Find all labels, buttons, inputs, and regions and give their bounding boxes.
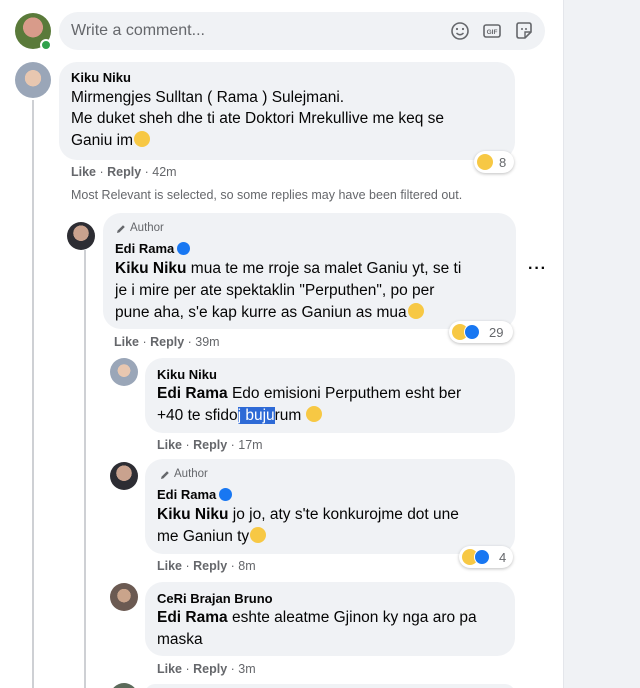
- comment-input-placeholder[interactable]: Write a comment...: [71, 22, 205, 40]
- haha-emoji-icon: [250, 527, 267, 543]
- thread-line: [84, 250, 86, 688]
- reply-text-line: je i mire per ate spektaklin "Perputhen"…: [115, 282, 435, 299]
- haha-emoji-icon: [407, 303, 424, 319]
- reply-author[interactable]: Edi Rama: [115, 241, 191, 256]
- svg-text:GIF: GIF: [487, 29, 498, 36]
- mention-link[interactable]: Edi Rama: [157, 385, 228, 402]
- reaction-count[interactable]: 8: [474, 151, 514, 173]
- verified-badge-icon: [219, 488, 233, 501]
- smiley-icon[interactable]: [449, 20, 471, 42]
- reply-author[interactable]: Edi Rama: [157, 487, 233, 502]
- reply-text-line: Kiku Niku mua te me rroje sa malet Ganiu…: [115, 260, 462, 277]
- author-badge: Author: [174, 468, 208, 480]
- text-selection: j buju: [237, 407, 275, 424]
- reply-time[interactable]: 17m: [238, 438, 262, 452]
- like-link[interactable]: Like: [157, 438, 182, 452]
- haha-emoji-icon: [305, 406, 322, 422]
- reply-text-line: Kiku Niku jo jo, aty s'te konkurojme dot…: [157, 506, 459, 523]
- reply-time[interactable]: 8m: [238, 559, 255, 573]
- reply-link[interactable]: Reply: [150, 335, 184, 349]
- sticker-icon[interactable]: [513, 20, 535, 42]
- gif-icon[interactable]: GIF: [481, 20, 503, 42]
- pencil-icon: [161, 471, 169, 479]
- reply-link[interactable]: Reply: [193, 438, 227, 452]
- next-reply-avatar[interactable]: [110, 683, 138, 688]
- reply-actions: Like · Reply · 3m: [157, 662, 256, 676]
- ceri-brajan-bruno-avatar[interactable]: [110, 583, 138, 611]
- reply-link[interactable]: Reply: [193, 662, 227, 676]
- reply-text-line: maska: [157, 631, 203, 648]
- reply-text-line: +40 te sfidoj bujurum: [157, 405, 322, 427]
- online-status-dot: [40, 39, 52, 51]
- like-reaction-icon: [464, 324, 480, 340]
- comment-author[interactable]: Kiku Niku: [71, 70, 131, 85]
- reply-author[interactable]: CeRi Brajan Bruno: [157, 591, 273, 606]
- like-link[interactable]: Like: [71, 165, 96, 179]
- comment-composer[interactable]: Write a comment... GIF: [59, 12, 545, 50]
- mention-link[interactable]: Kiku Niku: [157, 506, 228, 523]
- kiku-niku-avatar[interactable]: [110, 358, 138, 386]
- pencil-icon: [117, 225, 125, 233]
- haha-emoji-icon: [134, 131, 151, 147]
- like-reaction-icon: [474, 549, 490, 565]
- edi-rama-avatar[interactable]: [67, 222, 95, 250]
- reply-text-line: pune aha, s'e kap kurre as Ganiun as mua: [115, 302, 424, 324]
- more-options-icon[interactable]: ···: [528, 260, 547, 278]
- edi-rama-avatar[interactable]: [110, 462, 138, 490]
- reply-link[interactable]: Reply: [193, 559, 227, 573]
- comment-text-line: Ganiu im: [71, 130, 151, 152]
- author-badge: Author: [130, 222, 164, 234]
- verified-badge-icon: [177, 242, 191, 255]
- reply-text-line: Edi Rama eshte aleatme Gjinon ky nga aro…: [157, 609, 477, 626]
- right-panel: [563, 0, 640, 688]
- like-link[interactable]: Like: [157, 662, 182, 676]
- comment-text-line: Mirmengjes Sulltan ( Rama ) Sulejmani.: [71, 89, 345, 106]
- thread-line: [32, 100, 34, 688]
- haha-emoji-icon: [477, 154, 493, 170]
- reply-actions: Like · Reply · 39m: [114, 335, 220, 349]
- comment-time[interactable]: 42m: [152, 165, 176, 179]
- kiku-niku-avatar[interactable]: [15, 62, 51, 98]
- comment-actions: Like · Reply · 42m: [71, 165, 177, 179]
- mention-link[interactable]: Edi Rama: [157, 609, 228, 626]
- reply-time[interactable]: 39m: [195, 335, 219, 349]
- mention-link[interactable]: Kiku Niku: [115, 260, 186, 277]
- reply-text-line: me Ganiun ty: [157, 526, 267, 548]
- comment-text-line: Me duket sheh dhe ti ate Doktori Mrekull…: [71, 110, 445, 127]
- reaction-count[interactable]: 4: [459, 546, 513, 568]
- filter-note: Most Relevant is selected, so some repli…: [71, 188, 463, 202]
- like-link[interactable]: Like: [114, 335, 139, 349]
- reply-time[interactable]: 3m: [238, 662, 255, 676]
- reply-actions: Like · Reply · 17m: [157, 438, 263, 452]
- reply-link[interactable]: Reply: [107, 165, 141, 179]
- reply-author[interactable]: Kiku Niku: [157, 367, 217, 382]
- reaction-count[interactable]: 29: [449, 321, 513, 343]
- reply-actions: Like · Reply · 8m: [157, 559, 256, 573]
- reply-text-line: Edi Rama Edo emisioni Perputhem esht ber: [157, 385, 462, 402]
- reply-bubble: [145, 684, 515, 688]
- like-link[interactable]: Like: [157, 559, 182, 573]
